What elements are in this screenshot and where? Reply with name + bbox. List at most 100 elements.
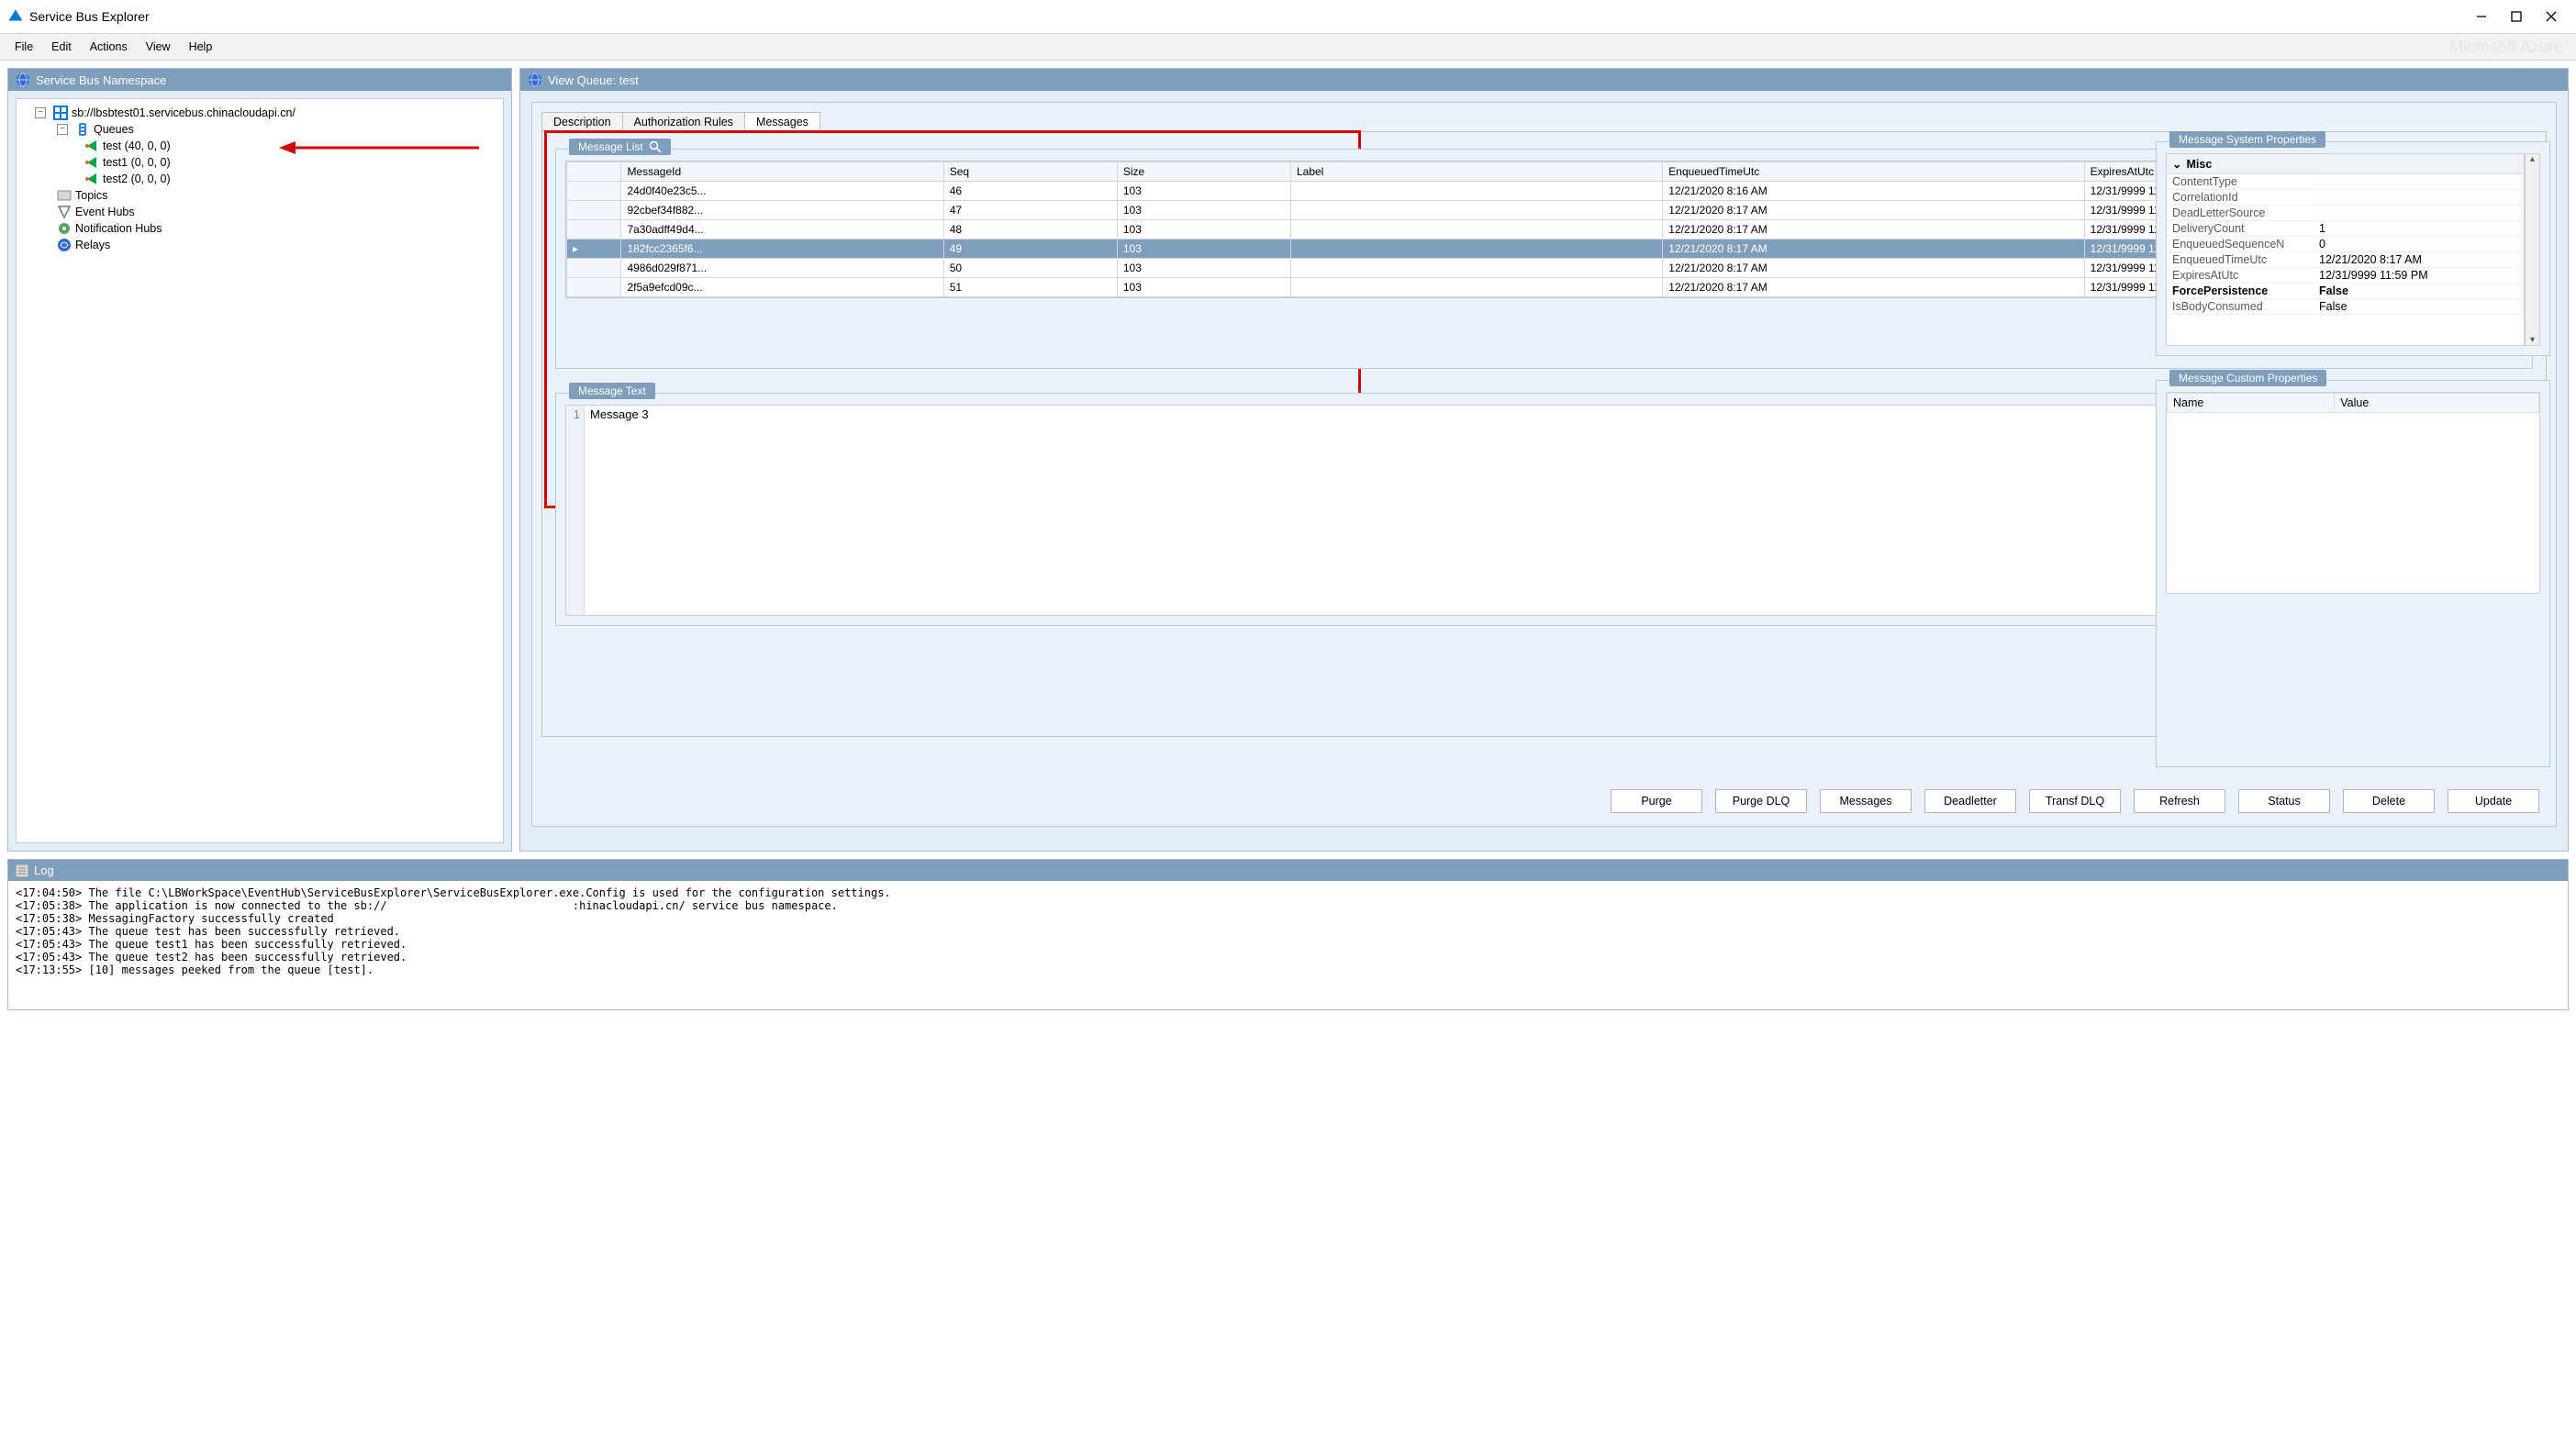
tree-node-notificationhubs[interactable]: Notification Hubs [20,220,499,237]
cell-size: 103 [1117,239,1290,259]
namespace-tree[interactable]: − sb://lbsbtest01.servicebus.chinaclouda… [16,98,504,843]
message-text-label: Message Text [578,384,646,397]
tree-node-topics[interactable]: Topics [20,187,499,204]
cell-size: 103 [1117,259,1290,278]
tree-node-queue-test[interactable]: test (40, 0, 0) [20,138,499,154]
purge-dlq-button[interactable]: Purge DLQ [1715,789,1807,813]
azure-icon [53,106,68,120]
transf-dlq-button[interactable]: Transf DLQ [2029,789,2121,813]
sysprops-scrollbar[interactable]: ▴ ▾ [2525,153,2540,346]
log-icon [16,864,28,877]
close-button[interactable] [2534,4,2569,29]
cell-message-id: 182fcc2365f6... [621,239,943,259]
eventhubs-icon [57,205,72,219]
log-title: Log [34,863,54,877]
menu-bar: File Edit Actions View Help Microsoft Az… [0,34,2576,61]
col-enqueued[interactable]: EnqueuedTimeUtc [1663,162,2084,182]
property-value: 12/21/2020 8:17 AM [2314,252,2524,267]
property-key: DeliveryCount [2167,221,2314,236]
messages-button[interactable]: Messages [1820,789,1912,813]
tree-notificationhubs-label: Notification Hubs [75,222,162,235]
tree-node-relays[interactable]: Relays [20,237,499,253]
cell-label [1290,220,1662,239]
row-header-blank [567,162,621,182]
property-row[interactable]: ExpiresAtUtc12/31/9999 11:59 PM [2167,268,2524,284]
menu-view[interactable]: View [137,37,180,57]
message-list-label: Message List [578,140,643,153]
purge-button[interactable]: Purge [1611,789,1702,813]
delete-button[interactable]: Delete [2343,789,2435,813]
tree-node-queues[interactable]: − Queues [20,121,499,138]
scroll-up-icon[interactable]: ▴ [2530,154,2535,164]
deadletter-button[interactable]: Deadletter [1924,789,2016,813]
cell-enqueued: 12/21/2020 8:17 AM [1663,259,2084,278]
property-key: DeadLetterSource [2167,206,2314,220]
property-key: ContentType [2167,174,2314,189]
col-seq[interactable]: Seq [943,162,1117,182]
cell-enqueued: 12/21/2020 8:17 AM [1663,239,2084,259]
property-row[interactable]: DeadLetterSource [2167,206,2524,221]
property-row[interactable]: CorrelationId [2167,190,2524,206]
line-number: 1 [570,407,580,421]
menu-edit[interactable]: Edit [42,37,81,57]
system-properties-label: Message System Properties [2179,133,2316,146]
property-row[interactable]: ContentType [2167,174,2524,190]
tree-node-queue-test2[interactable]: test2 (0, 0, 0) [20,171,499,187]
property-value [2314,174,2524,189]
tab-authorization-rules[interactable]: Authorization Rules [622,112,745,131]
refresh-button[interactable]: Refresh [2134,789,2225,813]
custom-properties-group: Message Custom Properties Name Value [2156,380,2550,767]
property-key: EnqueuedTimeUtc [2167,252,2314,267]
col-size[interactable]: Size [1117,162,1290,182]
col-message-id[interactable]: MessageId [621,162,943,182]
collapse-icon[interactable]: − [57,124,68,135]
row-marker [567,220,621,239]
log-body[interactable]: <17:04:50> The file C:\LBWorkSpace\Event… [8,881,2568,1009]
relays-icon [57,238,72,252]
menu-actions[interactable]: Actions [81,37,137,57]
status-button[interactable]: Status [2238,789,2330,813]
property-row[interactable]: EnqueuedTimeUtc12/21/2020 8:17 AM [2167,252,2524,268]
menu-help[interactable]: Help [180,37,222,57]
custom-properties-grid[interactable]: Name Value [2166,392,2540,594]
property-row[interactable]: ForcePersistenceFalse [2167,284,2524,299]
cell-seq: 50 [943,259,1117,278]
cell-message-id: 4986d029f871... [621,259,943,278]
tab-description[interactable]: Description [541,112,623,131]
text-gutter: 1 [566,406,585,615]
col-value[interactable]: Value [2335,394,2539,413]
col-name[interactable]: Name [2168,394,2335,413]
system-properties-grid[interactable]: ⌄ Misc ContentTypeCorrelationIdDeadLette… [2166,153,2525,346]
row-marker [567,259,621,278]
magnifier-icon[interactable] [649,140,662,153]
cell-message-id: 92cbef34f882... [621,201,943,220]
collapse-icon[interactable]: − [35,107,46,118]
queue-icon [84,172,99,186]
col-label[interactable]: Label [1290,162,1662,182]
cell-seq: 47 [943,201,1117,220]
row-marker [567,278,621,297]
property-value [2314,206,2524,220]
tab-messages[interactable]: Messages [744,112,820,131]
tree-node-root[interactable]: − sb://lbsbtest01.servicebus.chinaclouda… [20,105,499,121]
property-row[interactable]: IsBodyConsumedFalse [2167,299,2524,315]
tree-node-eventhubs[interactable]: Event Hubs [20,204,499,220]
scroll-down-icon[interactable]: ▾ [2530,335,2535,345]
row-marker [567,182,621,201]
tree-queues-label: Queues [94,123,134,136]
cell-message-id: 24d0f40e23c5... [621,182,943,201]
property-key: EnqueuedSequenceN [2167,237,2314,251]
update-button[interactable]: Update [2448,789,2539,813]
property-value: False [2314,299,2524,314]
minimize-button[interactable] [2464,4,2499,29]
cell-seq: 51 [943,278,1117,297]
property-row[interactable]: EnqueuedSequenceN0 [2167,237,2524,252]
menu-file[interactable]: File [6,37,42,57]
maximize-button[interactable] [2499,4,2534,29]
expand-icon[interactable]: ⌄ [2172,157,2183,171]
tree-topics-label: Topics [75,189,107,202]
queue-folder-icon [75,122,90,137]
property-row[interactable]: DeliveryCount1 [2167,221,2524,237]
title-bar: Service Bus Explorer [0,0,2576,34]
property-value: 0 [2314,237,2524,251]
